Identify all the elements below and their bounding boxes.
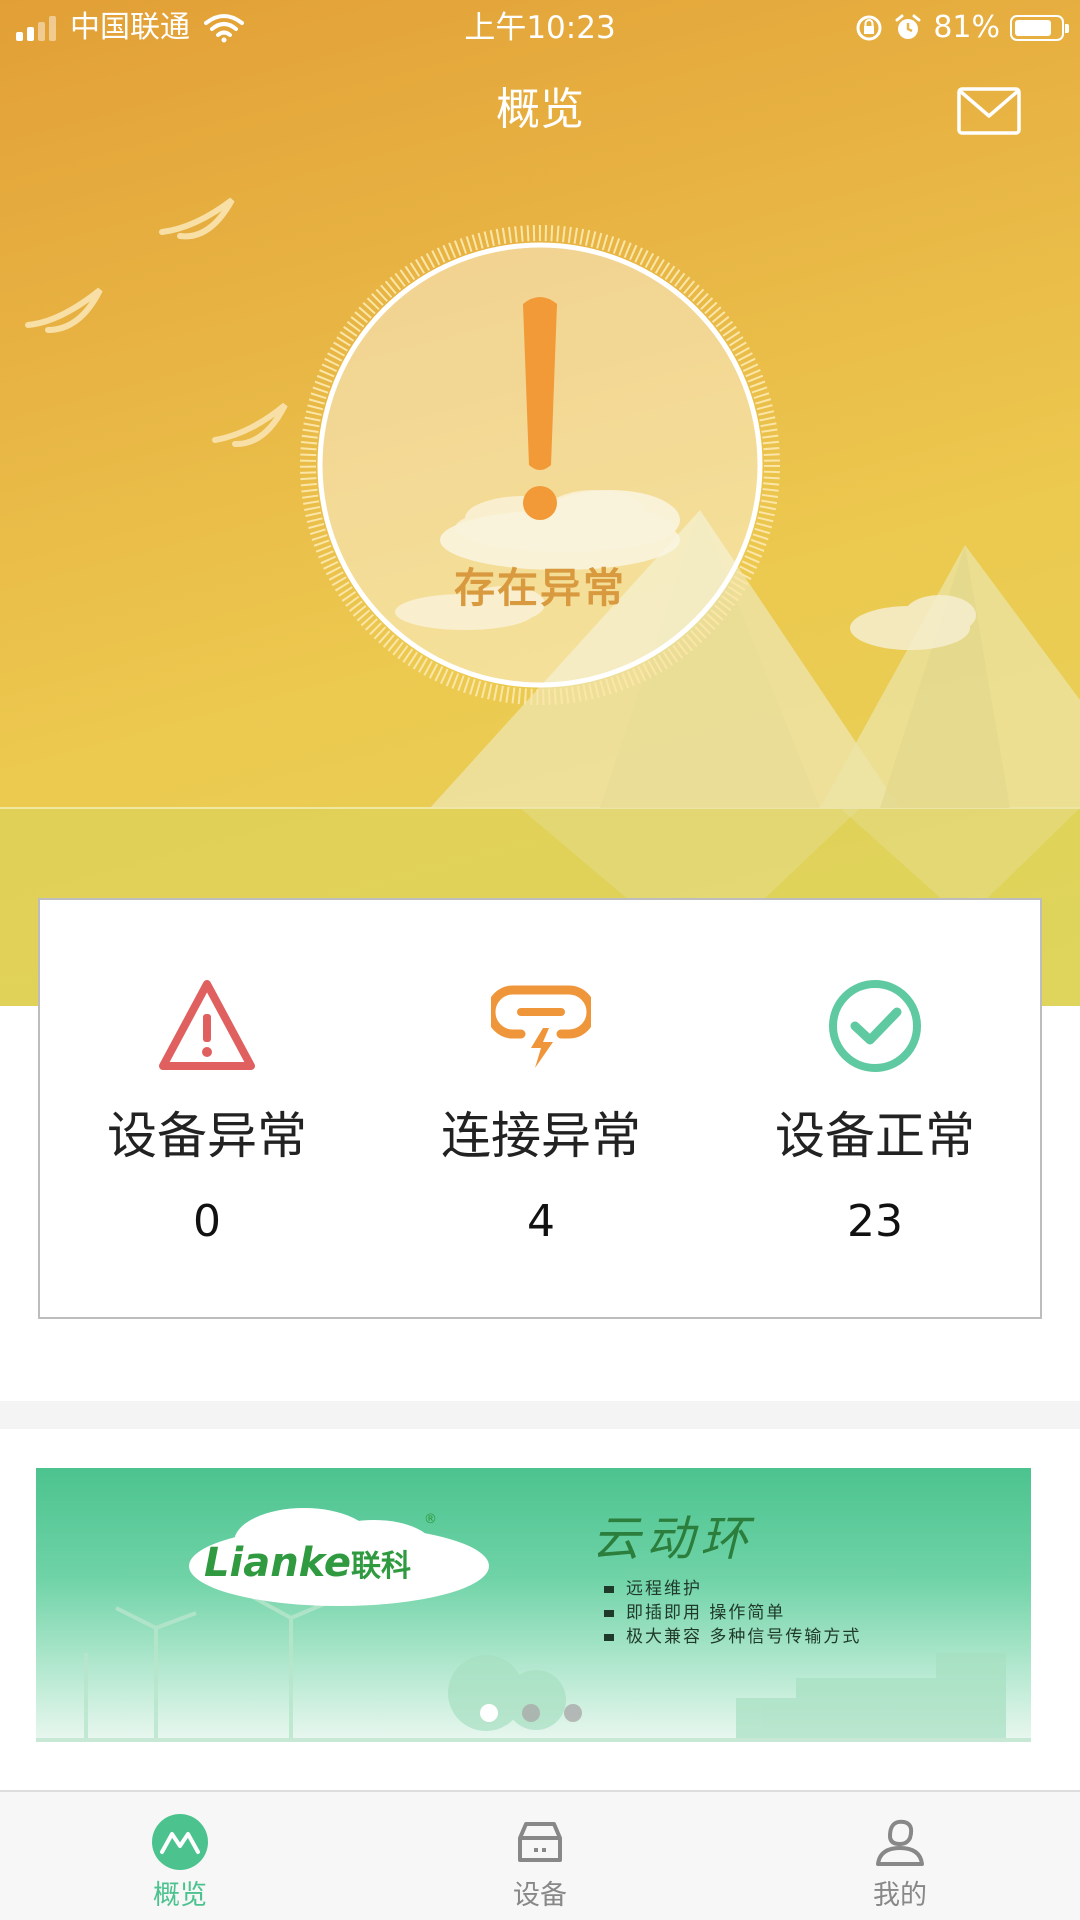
stat-connection-abnormal[interactable]: 连接异常 4: [374, 900, 708, 1317]
overview-screen: 中国联通 上午10:23 81% 概览 存在异常 设备异常 0 连接异常 4 设…: [0, 0, 1080, 1920]
device-icon: [518, 1822, 562, 1862]
tab-overview[interactable]: 概览: [80, 1792, 280, 1920]
status-text: 存在异常: [454, 564, 626, 612]
logo-cn: 联科: [350, 1549, 411, 1584]
tab-label: 概览: [153, 1880, 207, 1911]
status-indicator: [300, 225, 780, 705]
stat-label: 连接异常: [441, 1107, 641, 1165]
banner-bullet: 极大兼容 多种信号传输方式: [604, 1626, 1004, 1648]
hero-header: 中国联通 上午10:23 81% 概览 存在异常: [0, 0, 1080, 1006]
tab-profile[interactable]: 我的: [800, 1792, 1000, 1920]
link-broken-icon: [491, 985, 591, 1068]
summary-card: 设备异常 0 连接异常 4 设备正常 23: [38, 898, 1042, 1319]
overview-icon: [152, 1814, 208, 1870]
mail-icon[interactable]: [956, 86, 1022, 136]
pager-dot[interactable]: [564, 1704, 582, 1722]
tab-label: 设备: [513, 1880, 567, 1911]
orientation-lock-icon: [856, 15, 882, 41]
status-bar: 中国联通 上午10:23 81%: [0, 0, 1080, 56]
banner-pager: [480, 1704, 582, 1724]
banner-bullet: 远程维护: [604, 1578, 1004, 1600]
banner-bullet: 即插即用 操作简单: [604, 1602, 1004, 1624]
pager-dot[interactable]: [480, 1704, 498, 1722]
stat-label: 设备异常: [107, 1107, 307, 1165]
warning-triangle-icon: [159, 980, 255, 1070]
tab-devices[interactable]: 设备: [440, 1792, 640, 1920]
battery-icon: [1010, 15, 1069, 41]
status-right: 81%: [855, 10, 1069, 46]
nav-bar: 概览: [0, 70, 1080, 150]
page-title: 概览: [496, 84, 584, 135]
brand-logo: Lianke联科: [204, 1538, 484, 1588]
banner-bullets: 远程维护 即插即用 操作简单 极大兼容 多种信号传输方式: [604, 1578, 1004, 1656]
stat-value: 4: [527, 1196, 555, 1247]
alarm-icon: [895, 14, 921, 39]
battery-percent: 81%: [933, 10, 1000, 45]
stat-value: 0: [193, 1196, 221, 1247]
pager-dot[interactable]: [522, 1704, 540, 1722]
check-circle-icon: [829, 980, 921, 1072]
section-divider: [0, 1401, 1080, 1429]
stat-device-normal[interactable]: 设备正常 23: [708, 900, 1042, 1317]
registered-mark: ®: [424, 1512, 437, 1527]
promo-banner[interactable]: Lianke联科 ® 云动环 远程维护 即插即用 操作简单 极大兼容 多种信号传…: [36, 1468, 1031, 1742]
logo-text: Lianke: [204, 1540, 351, 1586]
stat-device-abnormal[interactable]: 设备异常 0: [40, 900, 374, 1317]
tab-label: 我的: [873, 1880, 927, 1911]
stat-value: 23: [847, 1196, 903, 1247]
tab-bar: 概览 设备 我的: [0, 1790, 1080, 1920]
profile-icon: [876, 1819, 924, 1866]
stat-label: 设备正常: [775, 1107, 975, 1165]
banner-title: 云动环: [592, 1511, 755, 1567]
